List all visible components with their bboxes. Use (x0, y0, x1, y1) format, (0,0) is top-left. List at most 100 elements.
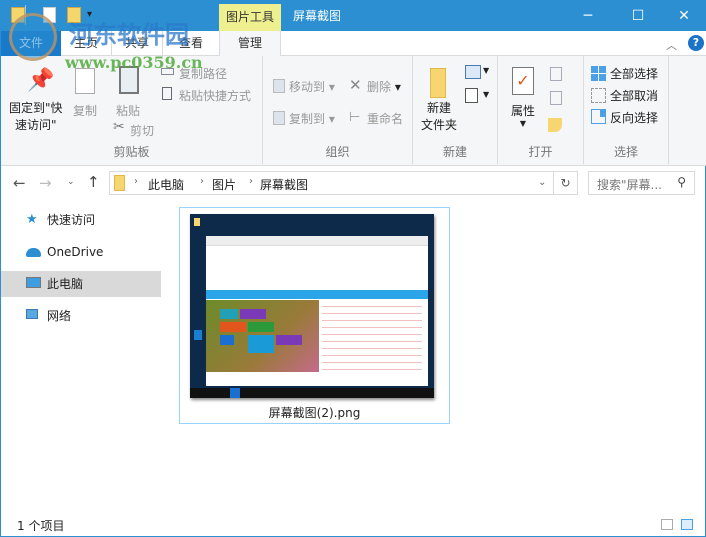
new-item-icon[interactable] (465, 65, 481, 79)
label: 此电脑 (47, 277, 84, 291)
rename-button[interactable]: 重命名 (367, 110, 403, 127)
paste-shortcut-icon (162, 87, 172, 100)
tab-view[interactable]: 查看 (165, 31, 217, 56)
label: 复制到 (289, 112, 326, 126)
open-icon[interactable] (550, 67, 562, 81)
maximize-button[interactable]: ☐ (615, 1, 661, 31)
chevron-right-icon: › (134, 176, 138, 187)
new-folder-quick-icon[interactable] (67, 7, 81, 23)
label: 新建 (427, 101, 452, 115)
status-item-count: 1 个项目 (17, 519, 65, 533)
star-icon: ★ (26, 212, 38, 227)
nav-this-pc[interactable]: 此电脑 (1, 271, 161, 297)
paste-icon (119, 66, 139, 94)
label: 快速访问 (47, 213, 96, 227)
copy-icon (75, 68, 95, 94)
forward-button[interactable]: → (39, 174, 52, 192)
tab-manage[interactable]: 管理 (219, 31, 281, 57)
breadcrumb-screenshots[interactable]: 屏幕截图 (260, 176, 308, 193)
nav-network[interactable]: 网络 (1, 303, 161, 329)
nav-quick-access[interactable]: ★ 快速访问 (1, 207, 161, 233)
group-label: 打开 (528, 145, 553, 159)
rename-icon: ⊢ (349, 110, 361, 125)
address-bar[interactable]: › 此电脑 › 图片 › 屏幕截图 ⌄ (109, 171, 554, 195)
context-tab-picture-tools: 图片工具 (219, 4, 281, 31)
divider (25, 5, 26, 25)
refresh-button[interactable]: ↻ (554, 171, 578, 195)
label: 删除 (367, 80, 392, 94)
tab-share[interactable]: 共享 (111, 31, 163, 56)
history-icon[interactable] (548, 118, 562, 132)
copy-path-button[interactable]: 复制路径 (179, 65, 227, 82)
properties-icon: ✓ (512, 67, 534, 95)
delete-icon: ✕ (349, 76, 362, 94)
delete-button[interactable]: 删除 ▾ (367, 78, 401, 95)
easy-access-icon[interactable] (465, 88, 478, 103)
back-button[interactable]: ← (13, 174, 26, 192)
group-label: 剪贴板 (113, 145, 150, 159)
file-item[interactable]: 屏幕截图(2).png (179, 207, 450, 424)
help-icon[interactable]: ? (688, 35, 704, 51)
breadcrumb-pictures[interactable]: 图片 (212, 176, 236, 193)
tab-home[interactable]: 主页 (63, 31, 109, 56)
label: 固定到"快 (9, 101, 63, 115)
breadcrumb-this-pc[interactable]: 此电脑 (148, 176, 184, 193)
new-folder-icon (430, 68, 446, 98)
paste-shortcut-button[interactable]: 粘贴快捷方式 (179, 87, 251, 104)
up-button[interactable]: ↑ (87, 173, 100, 191)
close-button[interactable]: ✕ (661, 1, 706, 31)
group-select: 全部选择 全部取消 反向选择 选择 (584, 56, 669, 164)
dropdown-icon[interactable]: ▼ (483, 66, 489, 75)
select-none-icon (591, 88, 606, 103)
group-label: 新建 (442, 145, 467, 159)
select-all-button[interactable]: 全部选择 (610, 65, 658, 82)
chevron-right-icon: › (200, 176, 204, 187)
search-placeholder: 搜索"屏幕... (597, 178, 662, 192)
folder-icon (11, 7, 25, 23)
chevron-down-icon[interactable]: ⌄ (538, 177, 546, 188)
search-input[interactable]: 搜索"屏幕... ⚲ (588, 171, 695, 195)
copy-to-button[interactable]: 复制到 ▾ (289, 110, 335, 127)
label: 网络 (47, 309, 72, 323)
customize-quick-access-icon[interactable]: ▾ (87, 9, 92, 20)
properties-button[interactable]: 属性 ▼ (511, 102, 535, 128)
select-all-icon (591, 66, 606, 81)
folder-icon (114, 175, 125, 191)
properties-quick-icon[interactable] (43, 7, 56, 23)
scissors-icon: ✂ (113, 119, 125, 135)
group-clipboard: 📌 固定到"快 速访问" 复制 粘贴 复制路径 粘贴快捷方式 ✂ 剪切 剪贴板 (1, 56, 263, 164)
copy-path-icon (161, 68, 174, 75)
move-to-button[interactable]: 移动到 ▾ (289, 78, 335, 95)
collapse-ribbon-icon[interactable]: ︿ (666, 37, 677, 53)
invert-selection-icon (591, 109, 606, 124)
cut-button[interactable]: 剪切 (130, 122, 154, 139)
group-organize: 移动到 ▾ 复制到 ▾ ✕ 删除 ▾ ⊢ 重命名 组织 (263, 56, 413, 164)
chevron-right-icon: › (249, 176, 253, 187)
copy-button[interactable]: 复制 (73, 102, 97, 119)
network-icon (26, 309, 38, 319)
label: OneDrive (47, 245, 104, 259)
minimize-button[interactable]: ─ (565, 1, 611, 31)
search-icon[interactable]: ⚲ (677, 175, 686, 189)
cloud-icon (26, 248, 41, 257)
paste-button[interactable]: 粘贴 (116, 102, 140, 119)
pin-icon: 📌 (27, 68, 55, 93)
large-icons-view-button[interactable] (681, 519, 693, 530)
nav-onedrive[interactable]: OneDrive (1, 239, 161, 265)
group-new: 新建 文件夹 ▼ ▼ 新建 (413, 56, 498, 164)
edit-icon[interactable] (550, 91, 562, 105)
new-folder-button[interactable]: 新建 文件夹 (421, 100, 457, 134)
computer-icon (26, 277, 41, 288)
recent-locations-button[interactable]: ⌄ (67, 177, 75, 187)
invert-selection-button[interactable]: 反向选择 (610, 109, 658, 126)
move-to-icon (273, 79, 285, 93)
tab-file[interactable]: 文件 (1, 31, 61, 56)
dropdown-icon[interactable]: ▼ (483, 90, 489, 99)
copy-to-icon (273, 111, 285, 125)
details-view-button[interactable] (661, 519, 673, 530)
group-open: ✓ 属性 ▼ 打开 (498, 56, 584, 164)
window-title: 屏幕截图 (293, 9, 342, 23)
select-none-button[interactable]: 全部取消 (610, 87, 658, 104)
pin-quick-access-button[interactable]: 固定到"快 速访问" (9, 100, 63, 134)
ribbon: 📌 固定到"快 速访问" 复制 粘贴 复制路径 粘贴快捷方式 ✂ 剪切 剪贴板 移… (1, 56, 706, 166)
